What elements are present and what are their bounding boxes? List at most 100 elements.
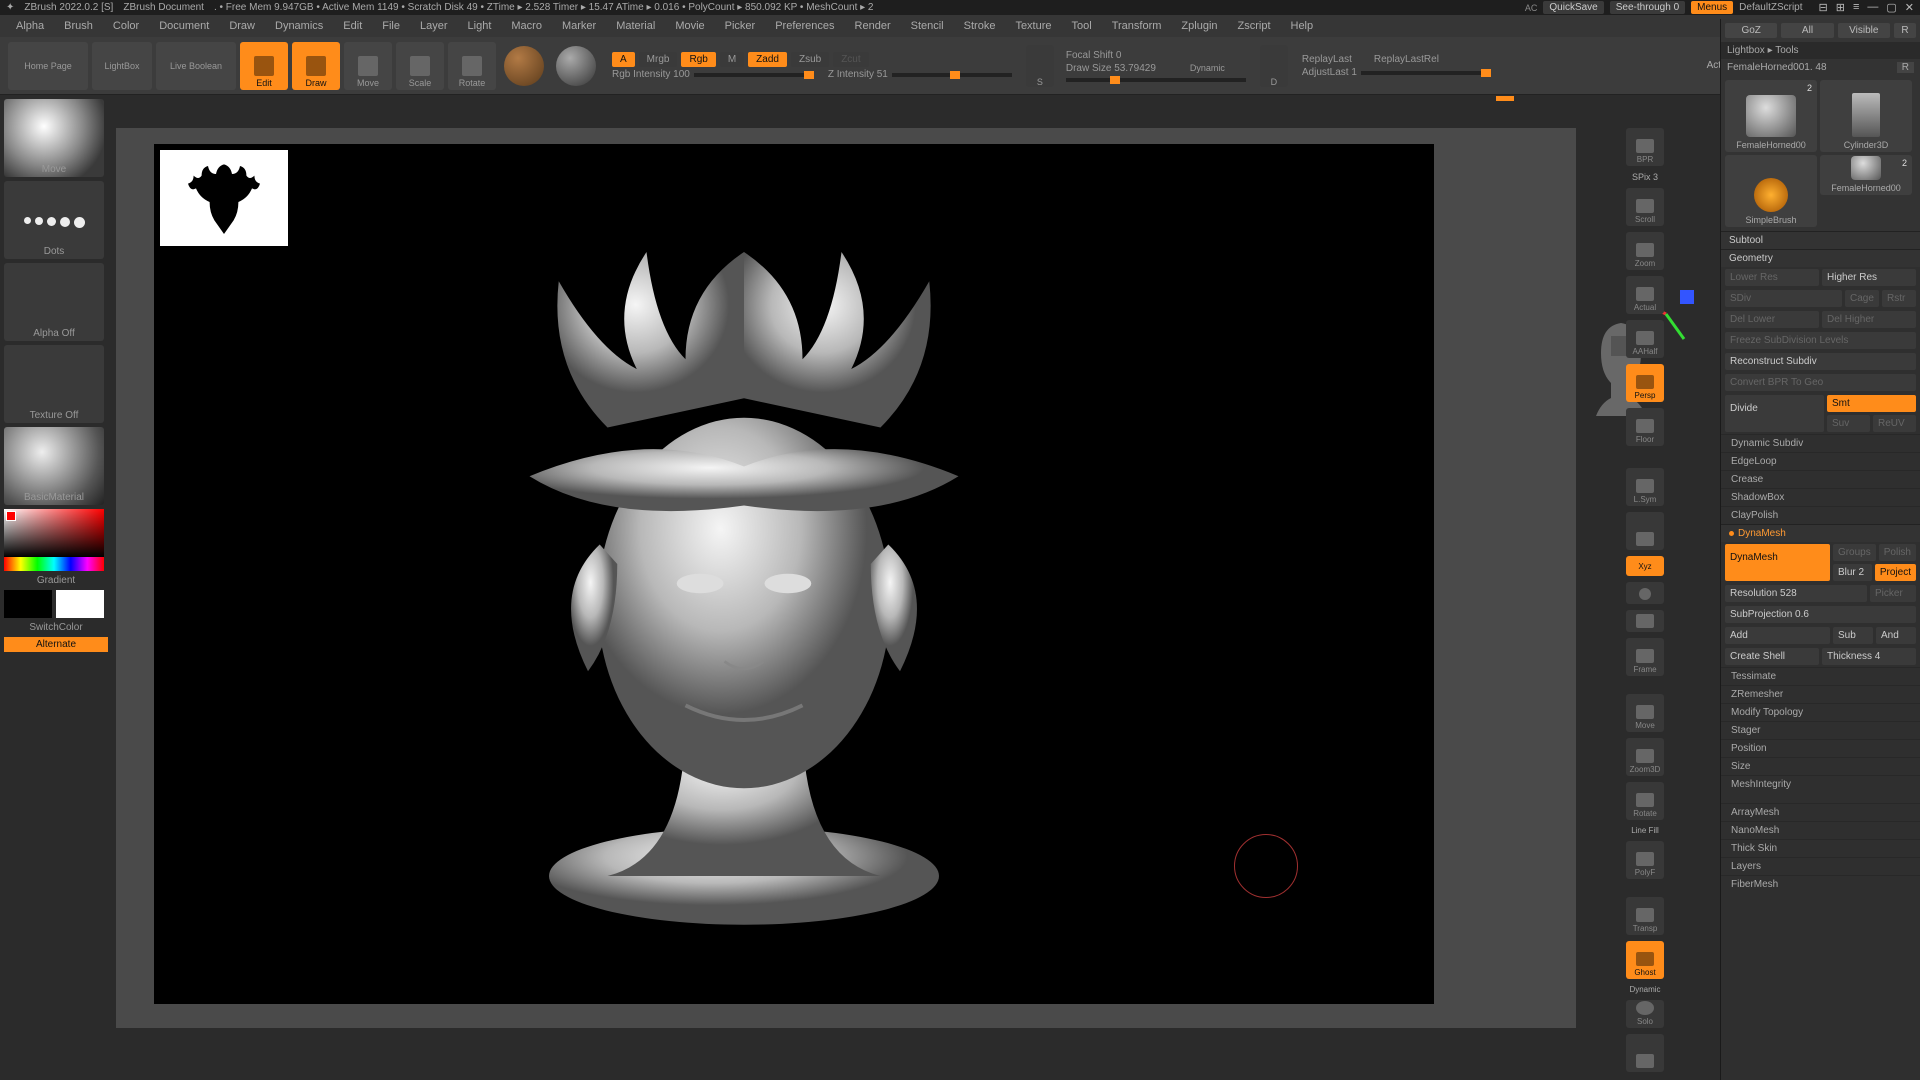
sub-button[interactable]: Sub [1833, 627, 1873, 644]
picker-button[interactable]: Picker [1870, 585, 1916, 602]
document-viewport[interactable] [154, 144, 1434, 1004]
replaylast-button[interactable]: ReplayLast [1302, 54, 1352, 65]
ghost-button[interactable]: Ghost [1626, 941, 1664, 979]
menus-toggle[interactable]: Menus [1691, 1, 1733, 14]
convertbpr-button[interactable]: Convert BPR To Geo [1725, 374, 1916, 391]
rgb-intensity-label[interactable]: Rgb Intensity 100 [612, 69, 690, 80]
lightbox-tools-bar[interactable]: Lightbox ▸ Tools [1721, 42, 1920, 59]
menu-help[interactable]: Help [1281, 20, 1324, 32]
rgb-intensity-slider[interactable] [694, 73, 814, 77]
sec-shadowbox[interactable]: ShadowBox [1721, 488, 1920, 506]
menu-texture[interactable]: Texture [1005, 20, 1061, 32]
sec-modify-topology[interactable]: Modify Topology [1721, 703, 1920, 721]
sec-edgeloop[interactable]: EdgeLoop [1721, 452, 1920, 470]
adjustlast-slider[interactable] [1361, 71, 1491, 75]
hue-bar[interactable] [4, 557, 104, 571]
resolution-slider[interactable]: Resolution 528 [1725, 585, 1867, 602]
zoom3d-button[interactable]: Zoom3D [1626, 738, 1664, 776]
gizmo-sphere-icon[interactable] [556, 46, 596, 86]
menu-preferences[interactable]: Preferences [765, 20, 844, 32]
gradient-button[interactable]: Gradient [4, 575, 108, 586]
tool-thumb-1[interactable]: Cylinder3D [1820, 80, 1912, 152]
dellower-button[interactable]: Del Lower [1725, 311, 1819, 328]
menu-picker[interactable]: Picker [715, 20, 766, 32]
menu-tool[interactable]: Tool [1062, 20, 1102, 32]
swatch-white[interactable] [56, 590, 104, 618]
tool-thumb-2[interactable]: SimpleBrush [1725, 155, 1817, 227]
seethrough-slider[interactable]: See-through 0 [1610, 1, 1685, 14]
menu-alpha[interactable]: Alpha [6, 20, 54, 32]
menu-brush[interactable]: Brush [54, 20, 103, 32]
menu-transform[interactable]: Transform [1102, 20, 1172, 32]
dynamic-label[interactable]: Dynamic [1190, 63, 1225, 73]
close-icon[interactable]: ✕ [1905, 1, 1914, 14]
m-chip[interactable]: M [720, 52, 744, 67]
blur-slider[interactable]: Blur 2 [1833, 564, 1872, 581]
lightbox-button[interactable]: LightBox [92, 42, 152, 90]
a-chip[interactable]: A [612, 52, 635, 67]
zsub-chip[interactable]: Zsub [791, 52, 829, 67]
scale-mode-button[interactable]: Scale [396, 42, 444, 90]
actual-button[interactable]: Actual [1626, 276, 1664, 314]
zadd-chip[interactable]: Zadd [748, 52, 787, 67]
lowerres-button[interactable]: Lower Res [1725, 269, 1819, 286]
default-zscript[interactable]: DefaultZScript [1739, 2, 1802, 13]
delhigher-button[interactable]: Del Higher [1822, 311, 1916, 328]
persp-button[interactable]: Persp [1626, 364, 1664, 402]
minimize-icon[interactable]: — [1867, 1, 1878, 14]
sec-thickskin[interactable]: Thick Skin [1721, 839, 1920, 857]
menu-document[interactable]: Document [149, 20, 219, 32]
sec-size[interactable]: Size [1721, 757, 1920, 775]
mrgb-chip[interactable]: Mrgb [639, 52, 678, 67]
menu-stroke[interactable]: Stroke [954, 20, 1006, 32]
switchcolor-button[interactable]: SwitchColor [4, 622, 108, 633]
goz-visible-button[interactable]: Visible [1838, 23, 1890, 38]
freeze-button[interactable]: Freeze SubDivision Levels [1725, 332, 1916, 349]
sym-z-button[interactable] [1626, 610, 1664, 632]
thickness-slider[interactable]: Thickness 4 [1822, 648, 1916, 665]
sec-arraymesh[interactable]: ArrayMesh [1721, 803, 1920, 821]
zcut-chip[interactable]: Zcut [833, 52, 868, 67]
solo-button[interactable]: Solo [1626, 1000, 1664, 1028]
menu-macro[interactable]: Macro [501, 20, 552, 32]
swatch-black[interactable] [4, 590, 52, 618]
linefill-label[interactable]: Line Fill [1631, 826, 1659, 835]
s-curve-icon[interactable]: S [1026, 45, 1054, 87]
tool-header[interactable]: FemaleHorned001. 48R [1721, 59, 1920, 76]
color-picker[interactable] [4, 509, 108, 571]
subprojection-slider[interactable]: SubProjection 0.6 [1725, 606, 1916, 623]
brush-selector[interactable]: Move [4, 99, 104, 177]
bpr-button[interactable]: BPR [1626, 128, 1664, 166]
floor-button[interactable]: Floor [1626, 408, 1664, 446]
sec-stager[interactable]: Stager [1721, 721, 1920, 739]
alpha-selector[interactable]: Alpha Off [4, 263, 104, 341]
cage-button[interactable]: Cage [1845, 290, 1879, 307]
menu-material[interactable]: Material [606, 20, 665, 32]
menu-color[interactable]: Color [103, 20, 149, 32]
dock2-icon[interactable]: ⊞ [1836, 1, 1845, 14]
higherres-button[interactable]: Higher Res [1822, 269, 1916, 286]
zoom-button[interactable]: Zoom [1626, 232, 1664, 270]
draw-size-label[interactable]: Draw Size 53.79429 [1066, 63, 1156, 74]
z-intensity-slider[interactable] [892, 73, 1012, 77]
sec-zremesher[interactable]: ZRemesher [1721, 685, 1920, 703]
rotate-view-button[interactable]: Rotate [1626, 782, 1664, 820]
dynamesh-button[interactable]: DynaMesh [1725, 544, 1830, 581]
texture-selector[interactable]: Texture Off [4, 345, 104, 423]
adjustlast-label[interactable]: AdjustLast 1 [1302, 67, 1357, 78]
move-mode-button[interactable]: Move [344, 42, 392, 90]
smt-button[interactable]: Smt [1827, 395, 1916, 412]
stroke-selector[interactable]: Dots [4, 181, 104, 259]
maximize-icon[interactable]: ▢ [1886, 1, 1896, 14]
collapse-icon[interactable]: ≡ [1853, 1, 1859, 14]
tool-thumb-3[interactable]: 2FemaleHorned00 [1820, 155, 1912, 195]
live-boolean-button[interactable]: Live Boolean [156, 42, 236, 90]
menu-movie[interactable]: Movie [665, 20, 714, 32]
alternate-button[interactable]: Alternate [4, 637, 108, 652]
sculptris-sphere-icon[interactable] [504, 46, 544, 86]
dynamesh-header[interactable]: DynaMesh [1721, 524, 1920, 542]
reuv-button[interactable]: ReUV [1873, 415, 1916, 432]
draw-mode-button[interactable]: Draw [292, 42, 340, 90]
material-selector[interactable]: BasicMaterial [4, 427, 104, 505]
aahalf-button[interactable]: AAHalf [1626, 320, 1664, 358]
